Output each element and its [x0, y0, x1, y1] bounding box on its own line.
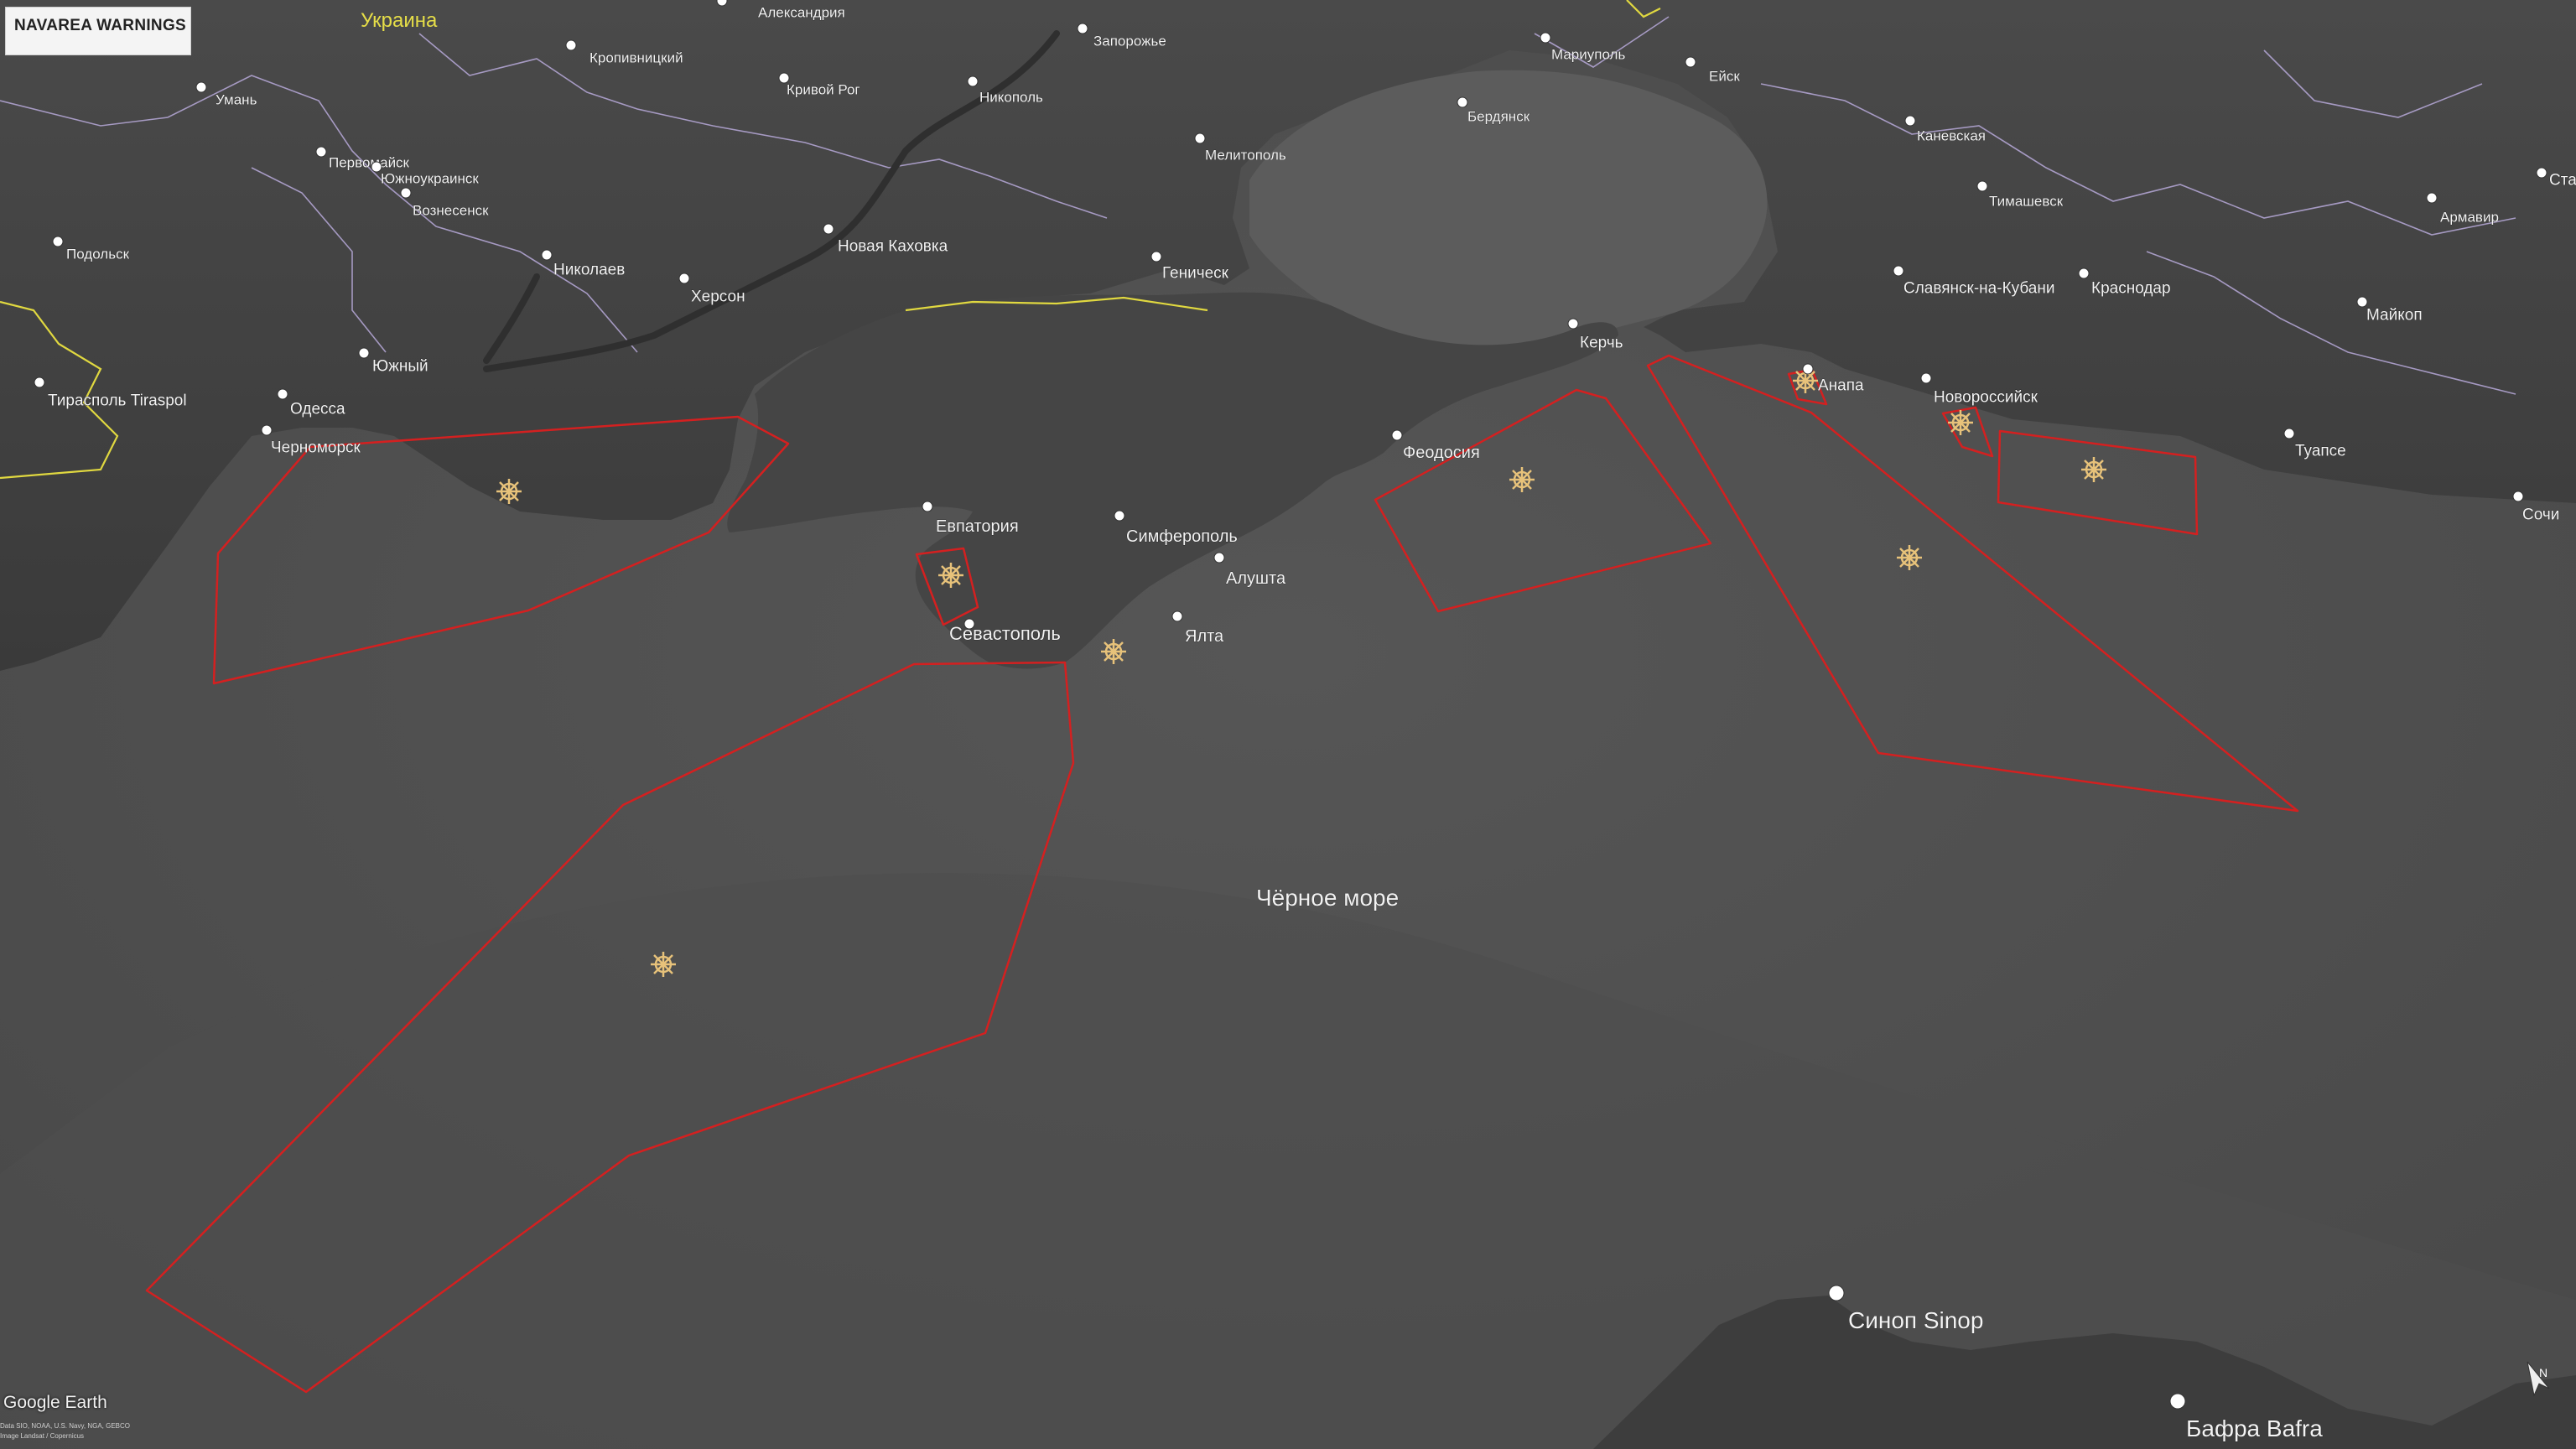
city-label[interactable]: Черноморск: [271, 439, 361, 457]
city-label[interactable]: Новороссийск: [1934, 388, 2038, 407]
sea-label: Чёрное море: [1256, 885, 1399, 911]
city-marker-icon[interactable]: [2536, 167, 2547, 179]
city-label[interactable]: Анапа: [1818, 377, 1865, 395]
city-marker-icon[interactable]: [34, 377, 45, 388]
city-label[interactable]: Бафра Bafra: [2186, 1415, 2324, 1442]
region-label: Украина: [361, 9, 438, 32]
helm-icon[interactable]: [937, 561, 965, 589]
helm-icon[interactable]: [1099, 637, 1128, 666]
city-marker-icon[interactable]: [1904, 115, 1916, 127]
city-marker-icon[interactable]: [1540, 32, 1551, 44]
city-label[interactable]: Мелитополь: [1205, 147, 1286, 164]
city-label[interactable]: Александрия: [758, 4, 845, 21]
city-label[interactable]: Запорожье: [1093, 33, 1166, 49]
city-marker-icon[interactable]: [1893, 265, 1904, 277]
city-label[interactable]: Каневская: [1917, 127, 1987, 144]
city-label[interactable]: Евпатория: [936, 517, 1019, 537]
north-arrow-icon[interactable]: N: [2524, 1358, 2554, 1400]
city-marker-icon[interactable]: [1920, 372, 1932, 384]
city-marker-icon[interactable]: [2426, 192, 2438, 204]
city-marker-icon[interactable]: [1457, 96, 1468, 108]
city-marker-icon[interactable]: [716, 0, 728, 7]
city-marker-icon[interactable]: [1194, 132, 1206, 144]
svg-text:N: N: [2539, 1366, 2547, 1379]
city-label[interactable]: Южный: [372, 357, 428, 376]
city-label[interactable]: Первомайск: [329, 154, 410, 171]
map-view[interactable]: Чёрное море Украина Александрия Кропивниц…: [0, 0, 2576, 1449]
city-marker-icon[interactable]: [195, 81, 207, 93]
city-marker-icon[interactable]: [358, 347, 370, 359]
city-label[interactable]: Тимашевск: [1989, 193, 2064, 210]
city-marker-icon[interactable]: [400, 187, 412, 199]
city-label[interactable]: Ста: [2549, 171, 2576, 190]
helm-icon[interactable]: [1946, 408, 1975, 437]
city-marker-icon[interactable]: [1828, 1285, 1845, 1301]
city-marker-icon[interactable]: [2283, 428, 2295, 439]
city-label[interactable]: Майкоп: [2366, 306, 2423, 325]
city-label[interactable]: Славянск-на-Кубани: [1903, 279, 2055, 298]
city-marker-icon[interactable]: [2078, 267, 2090, 279]
city-label[interactable]: Подольск: [66, 246, 130, 262]
city-label[interactable]: Кропивницкий: [589, 49, 683, 66]
city-label[interactable]: Никополь: [979, 89, 1044, 106]
city-marker-icon[interactable]: [967, 75, 979, 87]
title-text: NAVAREA WARNINGS: [14, 17, 187, 34]
city-marker-icon[interactable]: [541, 249, 553, 261]
city-label[interactable]: Херсон: [691, 288, 745, 306]
city-label[interactable]: Тирасполь Tiraspol: [48, 392, 187, 410]
city-label[interactable]: Новая Каховка: [838, 237, 948, 256]
city-label[interactable]: Синоп Sinop: [1848, 1307, 1984, 1334]
city-marker-icon[interactable]: [1976, 180, 1988, 192]
city-marker-icon[interactable]: [1802, 363, 1814, 375]
city-marker-icon[interactable]: [678, 273, 690, 284]
city-label[interactable]: Геническ: [1162, 264, 1229, 283]
city-label[interactable]: Николаев: [553, 261, 626, 279]
city-label[interactable]: Армавир: [2440, 209, 2499, 226]
title-panel[interactable]: NAVAREA WARNINGS: [5, 7, 191, 55]
city-marker-icon[interactable]: [2512, 491, 2524, 502]
city-label[interactable]: Мариуполь: [1551, 46, 1626, 63]
city-label[interactable]: Южноукраинск: [381, 170, 480, 187]
city-marker-icon[interactable]: [2356, 296, 2368, 308]
credit-line-2: Image Landsat / Copernicus: [0, 1432, 85, 1440]
city-marker-icon[interactable]: [261, 424, 273, 436]
helm-icon[interactable]: [2080, 455, 2108, 484]
city-marker-icon[interactable]: [1114, 510, 1125, 522]
city-label[interactable]: Ялта: [1185, 627, 1225, 647]
city-label[interactable]: Краснодар: [2091, 279, 2171, 298]
helm-icon[interactable]: [1508, 465, 1536, 494]
helm-icon[interactable]: [1895, 543, 1924, 572]
city-label[interactable]: Одесса: [290, 400, 346, 418]
city-marker-icon[interactable]: [565, 39, 577, 51]
city-label[interactable]: Керчь: [1580, 334, 1623, 352]
city-marker-icon[interactable]: [1567, 318, 1579, 330]
city-label[interactable]: Севастополь: [949, 623, 1061, 645]
city-marker-icon[interactable]: [823, 223, 834, 235]
city-label[interactable]: Феодосия: [1403, 444, 1480, 463]
city-label[interactable]: Кривой Рог: [787, 81, 860, 98]
city-marker-icon[interactable]: [1685, 56, 1696, 68]
city-marker-icon[interactable]: [1391, 429, 1403, 441]
city-marker-icon[interactable]: [52, 236, 64, 247]
city-label[interactable]: Алушта: [1226, 569, 1286, 589]
city-label[interactable]: Вознесенск: [413, 202, 490, 219]
city-label[interactable]: Бердянск: [1467, 108, 1530, 125]
city-marker-icon[interactable]: [277, 388, 288, 400]
google-earth-logo: Google Earth: [3, 1393, 107, 1412]
city-label[interactable]: Симферополь: [1126, 527, 1238, 547]
credit-line-1: Data SIO, NOAA, U.S. Navy, NGA, GEBCO: [0, 1422, 130, 1430]
city-label[interactable]: Умань: [216, 91, 257, 108]
city-marker-icon[interactable]: [315, 146, 327, 158]
city-label[interactable]: Сочи: [2522, 506, 2560, 524]
helm-icon[interactable]: [495, 477, 523, 506]
helm-icon[interactable]: [649, 950, 678, 979]
city-label[interactable]: Туапсе: [2295, 442, 2346, 460]
city-marker-icon[interactable]: [2169, 1393, 2186, 1410]
city-label[interactable]: Ейск: [1709, 68, 1741, 85]
city-marker-icon[interactable]: [1150, 251, 1162, 262]
city-marker-icon[interactable]: [922, 501, 933, 512]
city-marker-icon[interactable]: [1077, 23, 1088, 34]
city-marker-icon[interactable]: [1171, 610, 1183, 622]
city-marker-icon[interactable]: [1213, 552, 1225, 564]
